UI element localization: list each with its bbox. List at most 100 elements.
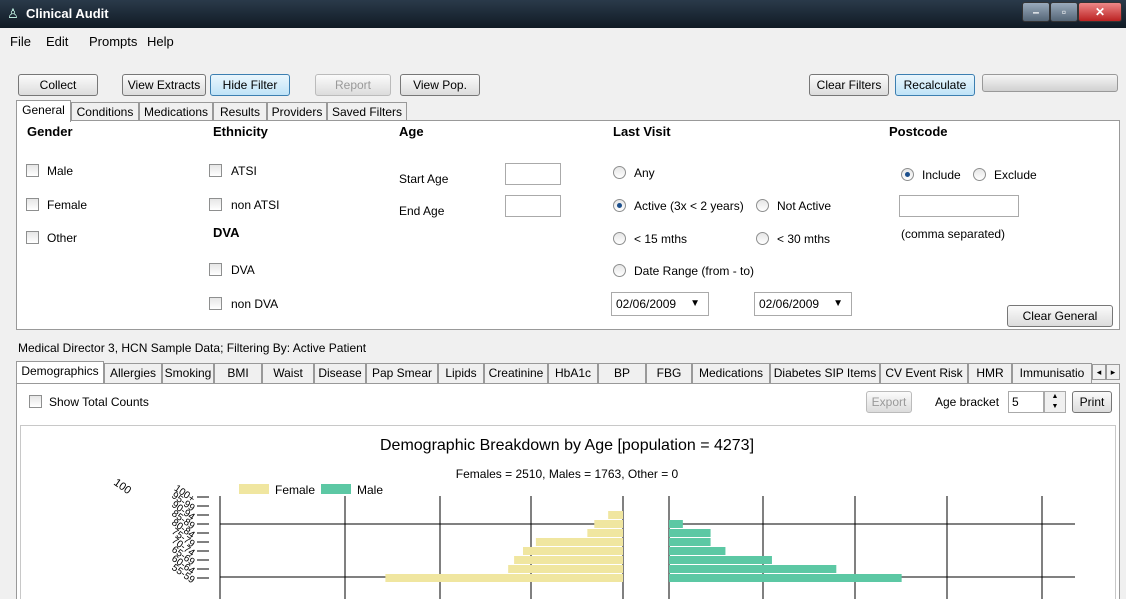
non-dva-checkbox[interactable] — [209, 297, 222, 310]
tab-bmi[interactable]: BMI — [214, 363, 262, 383]
postcode-hint: (comma separated) — [901, 227, 1006, 241]
atsi-checkbox[interactable] — [209, 164, 222, 177]
lt15-label: < 15 mths — [634, 232, 688, 246]
male-checkbox[interactable] — [26, 164, 39, 177]
stepper-up-icon[interactable]: ▲ — [1045, 392, 1065, 402]
show-total-counts-checkbox[interactable] — [29, 395, 42, 408]
female-checkbox[interactable] — [26, 198, 39, 211]
tab-hmr[interactable]: HMR — [968, 363, 1012, 383]
male-bar — [669, 520, 683, 528]
date-from-value: 02/06/2009 — [616, 297, 677, 311]
postcode-input[interactable] — [899, 195, 1019, 217]
menu-file[interactable]: File — [10, 34, 31, 49]
tab-lipids[interactable]: Lipids — [438, 363, 484, 383]
chart-title: Demographic Breakdown by Age [population… — [380, 437, 754, 454]
tab-disease[interactable]: Disease — [314, 363, 366, 383]
view-pop-button[interactable]: View Pop. — [400, 74, 480, 96]
demographics-chart-area: Demographic Breakdown by Age [population… — [20, 425, 1116, 599]
export-button[interactable]: Export — [866, 391, 912, 413]
progress-bar — [982, 74, 1118, 92]
maximize-button[interactable]: ▫ — [1050, 2, 1078, 22]
stepper-down-icon[interactable]: ▼ — [1045, 402, 1065, 412]
date-to-picker[interactable]: 02/06/2009 ▼ — [754, 292, 852, 316]
non-atsi-label: non ATSI — [231, 198, 280, 212]
menu-prompts[interactable]: Prompts — [89, 34, 137, 49]
age-bracket-stepper[interactable]: ▲ ▼ — [1044, 391, 1066, 413]
tab-saved-filters[interactable]: Saved Filters — [327, 102, 407, 122]
tab-results[interactable]: Results — [213, 102, 267, 122]
view-extracts-button[interactable]: View Extracts — [122, 74, 206, 96]
date-from-picker[interactable]: 02/06/2009 ▼ — [611, 292, 709, 316]
tab-providers[interactable]: Providers — [267, 102, 327, 122]
chart-subtitle: Females = 2510, Males = 1763, Other = 0 — [456, 467, 679, 481]
tab-fbg[interactable]: FBG — [646, 363, 692, 383]
other-checkbox[interactable] — [26, 231, 39, 244]
dva-label: DVA — [231, 263, 255, 277]
last-visit-header: Last Visit — [613, 124, 671, 139]
age-header: Age — [399, 124, 424, 139]
clear-general-button[interactable]: Clear General — [1007, 305, 1113, 327]
female-bar — [514, 556, 623, 564]
tab-hba1c[interactable]: HbA1c — [548, 363, 598, 383]
tab-scroll-right-icon[interactable]: ▸ — [1106, 364, 1120, 380]
tab-bp[interactable]: BP — [598, 363, 646, 383]
not-active-radio[interactable] — [756, 199, 769, 212]
lt30-label: < 30 mths — [777, 232, 831, 246]
age-bracket-label: Age bracket — [935, 395, 1000, 409]
axis-top-label: 100 — [111, 477, 133, 497]
tab-conditions[interactable]: Conditions — [71, 102, 139, 122]
not-active-label: Not Active — [777, 199, 832, 213]
end-age-input[interactable] — [505, 195, 561, 217]
female-label: Female — [47, 198, 88, 212]
postcode-exclude-label: Exclude — [994, 168, 1037, 182]
status-text: Medical Director 3, HCN Sample Data; Fil… — [18, 341, 367, 355]
tab-cv-event-risk[interactable]: CV Event Risk — [880, 363, 968, 383]
date-range-radio[interactable] — [613, 264, 626, 277]
menu-edit[interactable]: Edit — [46, 34, 68, 49]
demographics-chart: Demographic Breakdown by Age [population… — [111, 437, 1075, 599]
female-bar — [608, 511, 623, 519]
menu-help[interactable]: Help — [147, 34, 174, 49]
close-button[interactable]: ✕ — [1078, 2, 1122, 22]
tab-general[interactable]: General — [16, 100, 71, 122]
tab-diabetes-sip[interactable]: Diabetes SIP Items — [770, 363, 880, 383]
tab-medications-result[interactable]: Medications — [692, 363, 770, 383]
chart-ticks: 100+95-9990-9485-8980-8475-7970-7465-696… — [169, 483, 209, 586]
female-bar — [523, 547, 623, 555]
male-bar — [669, 565, 837, 573]
recalculate-button[interactable]: Recalculate — [895, 74, 975, 96]
print-button[interactable]: Print — [1072, 391, 1112, 413]
non-atsi-checkbox[interactable] — [209, 198, 222, 211]
tab-medications[interactable]: Medications — [139, 102, 213, 122]
tab-immunisation[interactable]: Immunisatio — [1012, 363, 1092, 383]
tab-demographics[interactable]: Demographics — [16, 361, 104, 383]
dva-checkbox[interactable] — [209, 263, 222, 276]
end-age-label: End Age — [399, 204, 445, 218]
ethnicity-header: Ethnicity — [213, 124, 268, 139]
tab-scroll-left-icon[interactable]: ◂ — [1092, 364, 1106, 380]
minimize-button[interactable]: – — [1022, 2, 1050, 22]
postcode-include-radio[interactable] — [901, 168, 914, 181]
date-range-label: Date Range (from - to) — [634, 264, 755, 278]
postcode-exclude-radio[interactable] — [973, 168, 986, 181]
lt30-radio[interactable] — [756, 232, 769, 245]
tab-pap-smear[interactable]: Pap Smear — [366, 363, 438, 383]
any-radio[interactable] — [613, 166, 626, 179]
collect-button[interactable]: Collect — [18, 74, 98, 96]
hide-filter-button[interactable]: Hide Filter — [210, 74, 290, 96]
menu-bar: File Edit Prompts Help — [0, 28, 1126, 54]
tab-allergies[interactable]: Allergies — [104, 363, 162, 383]
tab-smoking[interactable]: Smoking — [162, 363, 214, 383]
report-button[interactable]: Report — [315, 74, 391, 96]
age-bracket-input[interactable] — [1008, 391, 1044, 413]
chevron-down-icon: ▼ — [690, 298, 700, 309]
active-radio[interactable] — [613, 199, 626, 212]
tab-waist[interactable]: Waist — [262, 363, 314, 383]
start-age-input[interactable] — [505, 163, 561, 185]
lt15-radio[interactable] — [613, 232, 626, 245]
clear-filters-button[interactable]: Clear Filters — [809, 74, 889, 96]
tab-creatinine[interactable]: Creatinine — [484, 363, 548, 383]
date-to-value: 02/06/2009 — [759, 297, 820, 311]
atsi-label: ATSI — [231, 164, 257, 178]
postcode-include-label: Include — [922, 168, 961, 182]
